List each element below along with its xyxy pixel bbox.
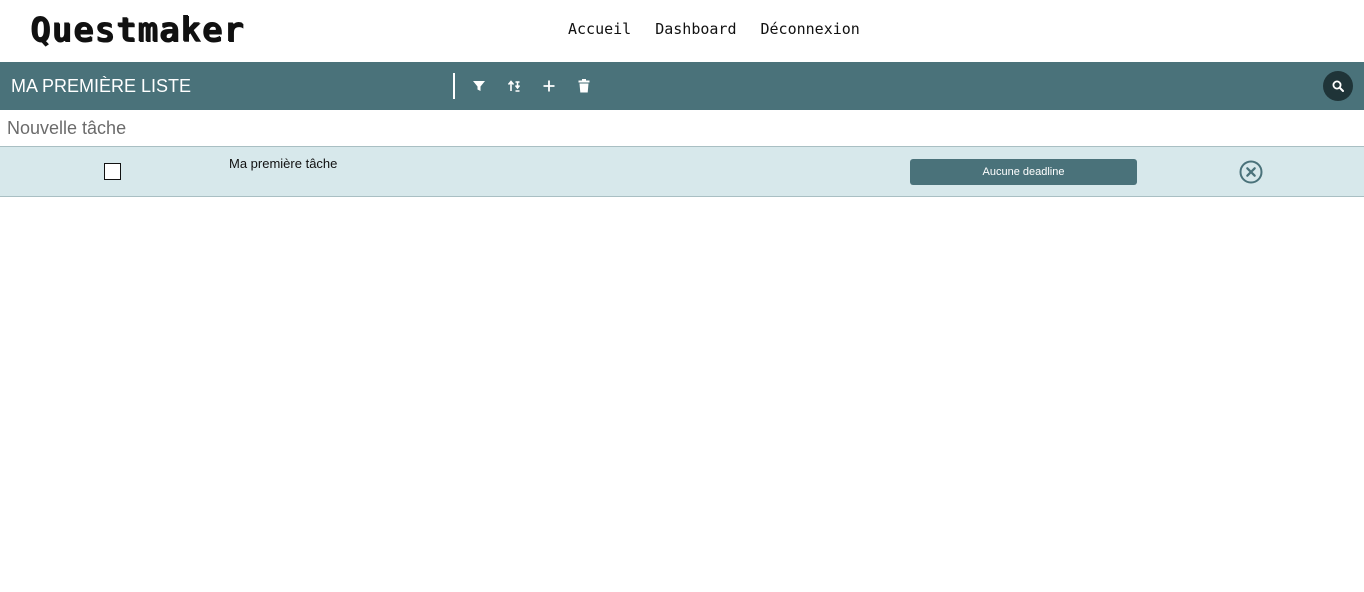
trash-icon: [578, 79, 590, 93]
divider: [453, 73, 455, 99]
nav-link-deconnexion[interactable]: Déconnexion: [761, 19, 860, 39]
list-title: MA PREMIÈRE LISTE: [11, 76, 192, 96]
new-task-input[interactable]: [0, 110, 1364, 146]
top-nav: Questmaker Accueil Dashboard Déconnexion: [0, 0, 1364, 62]
list-header: MA PREMIÈRE LISTE: [0, 62, 1364, 110]
nav-link-dashboard[interactable]: Dashboard: [655, 19, 736, 39]
filter-icon: [473, 81, 485, 91]
search-icon: [1332, 80, 1344, 92]
sort-icon: [507, 80, 521, 92]
search-button[interactable]: [1323, 71, 1353, 101]
sort-button[interactable]: [505, 76, 523, 96]
task-label[interactable]: Ma première tâche: [229, 156, 337, 172]
nav-links: Accueil Dashboard Déconnexion: [568, 19, 860, 39]
close-circle-icon: [1239, 160, 1263, 184]
delete-list-button[interactable]: [575, 76, 593, 96]
nav-link-accueil[interactable]: Accueil: [568, 19, 631, 39]
plus-icon: [543, 80, 555, 92]
logo[interactable]: Questmaker: [30, 12, 245, 48]
delete-task-button[interactable]: [1239, 160, 1263, 184]
list-toolbar: [470, 76, 593, 96]
task-row: Ma première tâche Aucune deadline: [0, 146, 1364, 197]
filter-button[interactable]: [470, 76, 488, 96]
add-task-button[interactable]: [540, 76, 558, 96]
task-checkbox[interactable]: [104, 163, 121, 180]
deadline-button[interactable]: Aucune deadline: [910, 159, 1137, 185]
